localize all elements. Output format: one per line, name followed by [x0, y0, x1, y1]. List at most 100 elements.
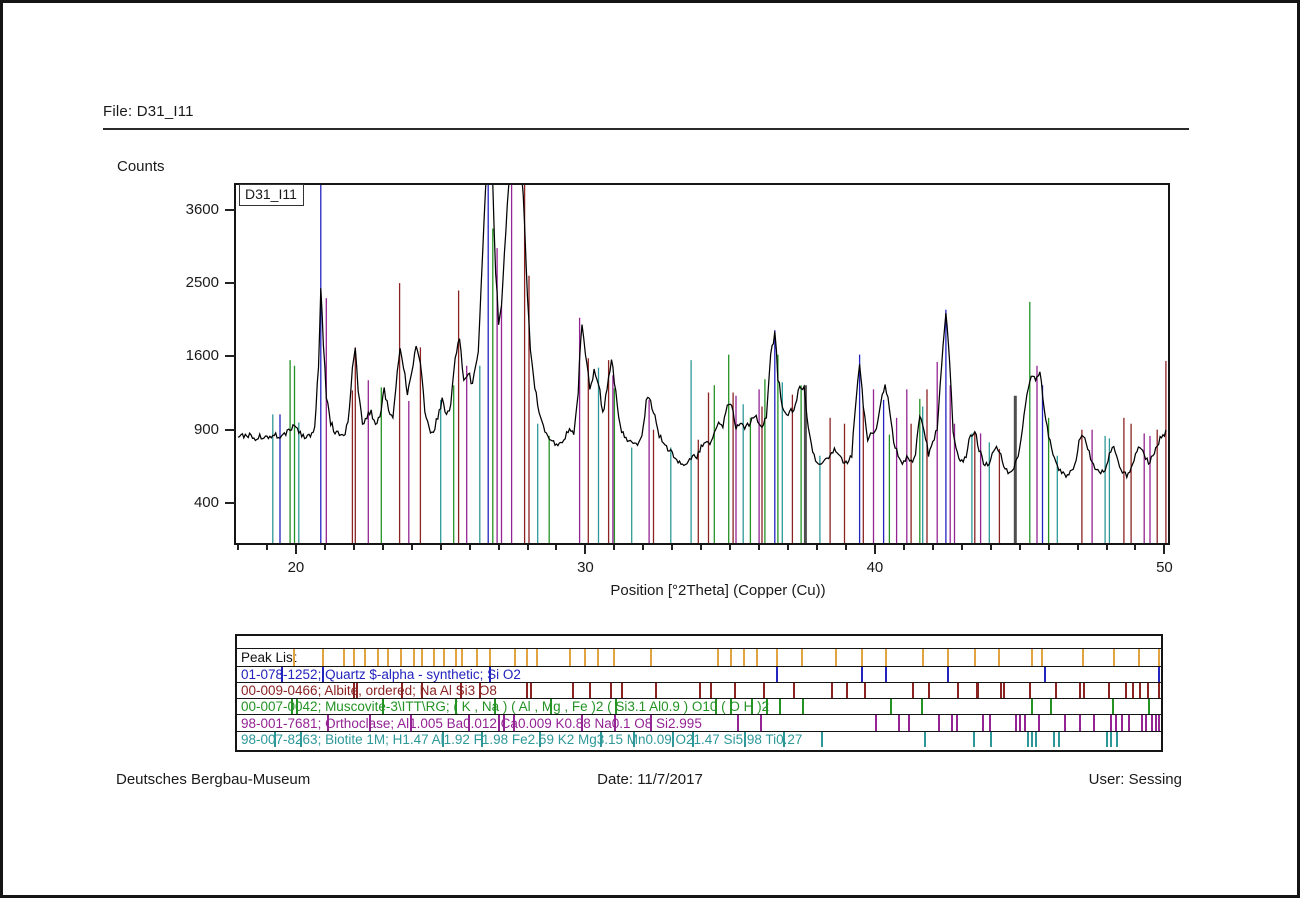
albite-peak-tick [460, 683, 462, 698]
albite-peak-tick [1029, 683, 1031, 698]
x-axis-title: Position [°2Theta] (Copper (Cu)) [353, 582, 1083, 599]
biotite-peak-tick [1031, 732, 1033, 747]
x-axis-tick [1048, 545, 1050, 550]
biotite-peak-tick [1027, 732, 1029, 747]
peak-table-label-orthoclase: 98-001-7681; Orthoclase; Al1.005 Ba0.012… [241, 715, 702, 731]
peaklist-peak-tick [743, 649, 745, 666]
x-axis-tick [932, 545, 934, 550]
quartz-peak-tick [947, 667, 949, 682]
albite-peak-tick [1147, 683, 1149, 698]
orthoclase-peak-tick [1038, 715, 1040, 731]
x-axis-tick-label: 30 [555, 559, 615, 576]
orthoclase-peak-tick [498, 715, 500, 731]
albite-peak-tick [572, 683, 574, 698]
muscovite-peak-tick [455, 699, 457, 714]
orthoclase-peak-tick [898, 715, 900, 731]
peaklist-peak-tick [1113, 649, 1115, 666]
peaklist-peak-tick [1031, 649, 1033, 666]
y-axis-tick [225, 282, 235, 284]
albite-peak-tick [710, 683, 712, 698]
x-axis-tick [903, 545, 905, 550]
peaklist-peak-tick [443, 649, 445, 666]
x-axis-tick [411, 545, 413, 550]
y-axis-tick-label: 3600 [143, 201, 219, 218]
peak-table-row-albite: 00-009-0466; Albite, ordered; Na Al Si3 … [237, 682, 1161, 698]
muscovite-peak-tick [715, 699, 717, 714]
peaklist-peak-tick [776, 649, 778, 666]
peaklist-peak-tick [1082, 649, 1084, 666]
albite-peak-tick [401, 683, 403, 698]
x-axis-tick [613, 545, 615, 550]
peaklist-peak-tick [1041, 649, 1043, 666]
orthoclase-peak-tick [982, 715, 984, 731]
orthoclase-peak-tick [956, 715, 958, 731]
orthoclase-peak-tick [908, 715, 910, 731]
albite-peak-tick [655, 683, 657, 698]
biotite-reference-lines [273, 360, 1110, 543]
muscovite-peak-tick [550, 699, 552, 714]
x-axis-tick [671, 545, 673, 550]
orthoclase-peak-tick [760, 715, 762, 731]
peaklist-peak-tick [455, 649, 457, 666]
biotite-peak-tick [1058, 732, 1060, 747]
x-axis-tick [469, 545, 471, 550]
peaklist-peak-tick [489, 649, 491, 666]
x-axis-tick [498, 545, 500, 550]
x-axis-tick [295, 545, 297, 554]
peaklist-peak-tick [421, 649, 423, 666]
biotite-peak-tick [274, 732, 276, 747]
biotite-peak-tick [1035, 732, 1037, 747]
x-axis-tick [324, 545, 326, 550]
x-axis-tick-label: 50 [1134, 559, 1194, 576]
orthoclase-peak-tick [1145, 715, 1147, 731]
albite-peak-tick [610, 683, 612, 698]
orthoclase-peak-tick [1121, 715, 1123, 731]
peaklist-peak-tick [1138, 649, 1140, 666]
biotite-peak-tick [1106, 732, 1108, 747]
report-page: File: D31_I11 Counts D31_I11 40090016002… [0, 0, 1300, 898]
x-axis-tick [266, 545, 268, 550]
biotite-peak-tick [300, 732, 302, 747]
peaklist-peak-tick [413, 649, 415, 666]
quartz-peak-tick [281, 667, 283, 682]
biotite-peak-tick [672, 732, 674, 747]
biotite-peak-tick [692, 732, 694, 747]
x-axis-tick [700, 545, 702, 550]
albite-peak-tick [977, 683, 979, 698]
peaklist-peak-tick [433, 649, 435, 666]
albite-peak-tick [1000, 683, 1002, 698]
peak-table-spacer-row [237, 636, 1161, 648]
peaklist-peak-tick [717, 649, 719, 666]
x-axis-tick [787, 545, 789, 550]
albite-peak-tick [831, 683, 833, 698]
y-axis-title: Counts [117, 158, 165, 175]
albite-peak-tick [421, 683, 423, 698]
albite-peak-tick [699, 683, 701, 698]
albite-peak-tick [1083, 683, 1085, 698]
albite-peak-tick [1079, 683, 1081, 698]
peaklist-peak-tick [998, 649, 1000, 666]
muscovite-peak-tick [751, 699, 753, 714]
peaklist-peak-tick [322, 649, 324, 666]
biotite-peak-tick [924, 732, 926, 747]
orthoclase-peak-tick [1115, 715, 1117, 731]
quartz-peak-tick [885, 667, 887, 682]
peak-table-label-peaklist: Peak List [241, 649, 297, 666]
peaklist-peak-tick [756, 649, 758, 666]
x-axis-tick [527, 545, 529, 550]
x-axis-tick [961, 545, 963, 550]
sample-label: D31_I11 [239, 184, 304, 206]
biotite-peak-tick [990, 732, 992, 747]
orthoclase-peak-tick [1155, 715, 1157, 731]
peaklist-peak-tick [293, 649, 295, 666]
orthoclase-peak-tick [1024, 715, 1026, 731]
y-axis-tick [225, 355, 235, 357]
x-axis-tick [237, 545, 239, 550]
muscovite-peak-tick [1050, 699, 1052, 714]
peak-table-row-biotite: 98-007-8263; Biotite 1M; H1.47 Al1.92 F1… [237, 731, 1161, 747]
y-axis-tick [225, 209, 235, 211]
x-axis-tick [642, 545, 644, 550]
muscovite-peak-tick [779, 699, 781, 714]
albite-peak-tick [589, 683, 591, 698]
y-axis-tick [225, 429, 235, 431]
